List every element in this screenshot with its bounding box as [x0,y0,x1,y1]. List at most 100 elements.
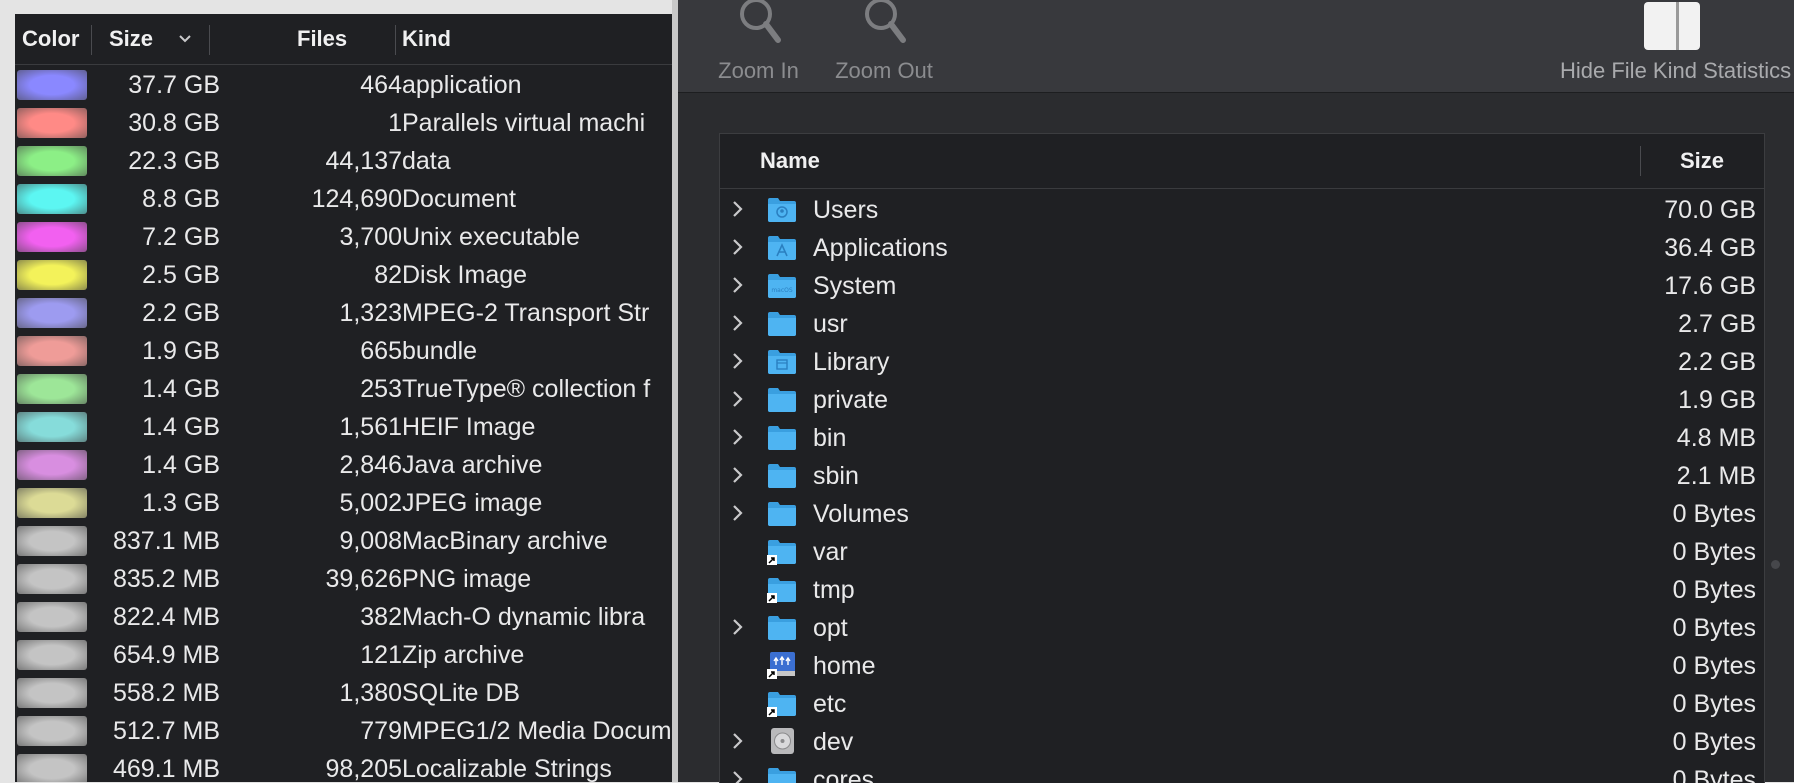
tree-row[interactable]: cores 0 Bytes [720,761,1764,783]
tree-row[interactable]: usr 2.7 GB [720,305,1764,343]
color-swatch [17,488,87,518]
tree-item-name: private [813,386,889,414]
hide-file-kind-statistics-label: Hide File Kind Statistics [1560,58,1792,83]
column-divider[interactable] [1640,146,1641,176]
color-column-header[interactable]: Color [22,14,79,64]
kind-cell: Zip archive [402,641,525,669]
table-row[interactable]: 1.9 GB 665 bundle [15,332,672,370]
chevron-right-icon[interactable] [729,766,747,783]
table-row[interactable]: 835.2 MB 39,626 PNG image [15,560,672,598]
files-cell: 5,002 [339,489,402,517]
chevron-right-icon[interactable] [729,234,747,260]
tree-row[interactable]: Users 70.0 GB [720,191,1764,229]
tree-row[interactable]: macOS System 17.6 GB [720,267,1764,305]
tree-row[interactable]: dev 0 Bytes [720,723,1764,761]
network-alias-icon [767,651,797,679]
table-row[interactable]: 8.8 GB 124,690 Document [15,180,672,218]
magnifier-icon [734,0,784,52]
tree-item-name: opt [813,614,848,642]
table-row[interactable]: 654.9 MB 121 Zip archive [15,636,672,674]
color-swatch [17,412,87,442]
table-row[interactable]: 37.7 GB 464 application [15,66,672,104]
chevron-right-icon[interactable] [729,500,747,526]
files-cell: 779 [360,717,402,745]
table-row[interactable]: 1.4 GB 2,846 Java archive [15,446,672,484]
kind-cell: Unix executable [402,223,580,251]
kind-column-header[interactable]: Kind [402,14,451,64]
folder-icon [767,461,797,489]
files-cell: 9,008 [339,527,402,555]
tree-item-size: 1.9 GB [1678,386,1756,414]
table-row[interactable]: 1.4 GB 1,561 HEIF Image [15,408,672,446]
table-row[interactable]: 1.3 GB 5,002 JPEG image [15,484,672,522]
tree-row[interactable]: opt 0 Bytes [720,609,1764,647]
tree-row[interactable]: sbin 2.1 MB [720,457,1764,495]
table-row[interactable]: 469.1 MB 98,205 Localizable Strings [15,750,672,782]
sort-descending-icon[interactable] [175,14,199,64]
size-cell: 512.7 MB [112,717,220,745]
files-cell: 464 [360,71,402,99]
color-swatch [17,602,87,632]
name-column-header[interactable]: Name [760,134,820,188]
table-row[interactable]: 22.3 GB 44,137 data [15,142,672,180]
kind-cell: Mach-O dynamic libra [402,603,646,631]
chevron-right-icon[interactable] [729,348,747,374]
scroll-indicator[interactable] [1771,560,1780,569]
tree-row[interactable]: Volumes 0 Bytes [720,495,1764,533]
color-swatch [17,374,87,404]
tree-item-name: usr [813,310,848,338]
table-row[interactable]: 822.4 MB 382 Mach-O dynamic libra [15,598,672,636]
tree-row[interactable]: tmp 0 Bytes [720,571,1764,609]
table-row[interactable]: 2.5 GB 82 Disk Image [15,256,672,294]
zoom-out-button[interactable]: Zoom Out [809,0,959,92]
tree-item-size: 0 Bytes [1672,652,1756,680]
table-row[interactable]: 30.8 GB 1 Parallels virtual machi [15,104,672,142]
zoom-in-button[interactable]: Zoom In [696,0,821,92]
hide-file-kind-statistics-button[interactable]: Hide File Kind Statistics [1548,0,1794,92]
sidebar-toggle-icon [1642,0,1702,58]
tree-row[interactable]: home 0 Bytes [720,647,1764,685]
folder-tree-panel: Name Size Users 70.0 GB Applications 36.4 G… [719,133,1765,783]
tree-item-size: 2.7 GB [1678,310,1756,338]
column-divider[interactable] [209,25,210,55]
table-row[interactable]: 1.4 GB 253 TrueType® collection f [15,370,672,408]
files-column-header[interactable]: Files [297,14,347,64]
size-column-header[interactable]: Size [109,14,153,64]
chevron-right-icon[interactable] [729,386,747,412]
tree-row[interactable]: etc 0 Bytes [720,685,1764,723]
tree-item-size: 0 Bytes [1672,500,1756,528]
tree-row[interactable]: Applications 36.4 GB [720,229,1764,267]
chevron-right-icon[interactable] [729,614,747,640]
tree-row[interactable]: Library 2.2 GB [720,343,1764,381]
kind-cell: Disk Image [402,261,528,289]
table-row[interactable]: 2.2 GB 1,323 MPEG-2 Transport Str [15,294,672,332]
size-cell: 8.8 GB [142,185,220,213]
table-row[interactable]: 512.7 MB 779 MPEG1/2 Media Docum [15,712,672,750]
chevron-right-icon[interactable] [729,196,747,222]
size-cell: 654.9 MB [112,641,220,669]
tree-item-name: etc [813,690,847,718]
chevron-right-icon[interactable] [729,728,747,754]
size-cell: 2.5 GB [142,261,220,289]
kind-cell: application [402,71,522,99]
tree-item-name: dev [813,728,854,756]
tree-row[interactable]: private 1.9 GB [720,381,1764,419]
tree-item-size: 0 Bytes [1672,614,1756,642]
tree-item-name: tmp [813,576,855,604]
table-row[interactable]: 558.2 MB 1,380 SQLite DB [15,674,672,712]
files-cell: 1,561 [339,413,402,441]
chevron-right-icon[interactable] [729,310,747,336]
column-divider[interactable] [91,25,92,55]
column-divider[interactable] [395,25,396,55]
tree-item-name: bin [813,424,847,452]
tree-row[interactable]: bin 4.8 MB [720,419,1764,457]
table-row[interactable]: 7.2 GB 3,700 Unix executable [15,218,672,256]
table-row[interactable]: 837.1 MB 9,008 MacBinary archive [15,522,672,560]
tree-row[interactable]: var 0 Bytes [720,533,1764,571]
chevron-right-icon[interactable] [729,424,747,450]
chevron-right-icon[interactable] [729,462,747,488]
size-column-header[interactable]: Size [1680,134,1724,188]
chevron-right-icon[interactable] [729,272,747,298]
files-cell: 1,323 [339,299,402,327]
kind-cell: JPEG image [402,489,543,517]
